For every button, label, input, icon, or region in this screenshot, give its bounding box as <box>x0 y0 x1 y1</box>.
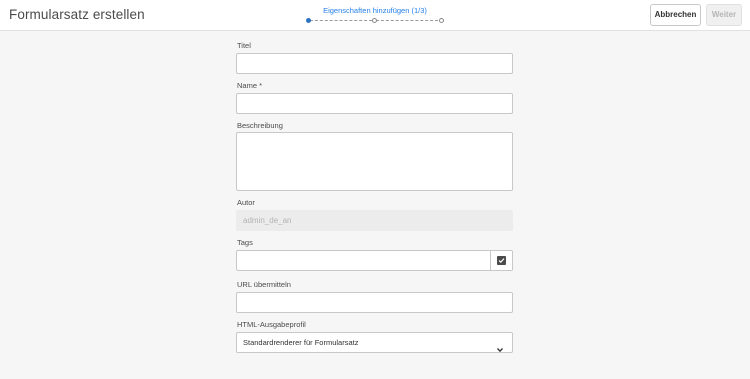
wizard-connector <box>376 19 438 21</box>
name-label: Name * <box>237 81 263 90</box>
cancel-button[interactable]: Abbrechen <box>650 4 701 26</box>
header-bar: Formularsatz erstellen Eigenschaften hin… <box>0 0 750 31</box>
title-label: Titel <box>237 41 251 50</box>
tags-picker-button[interactable] <box>490 251 512 270</box>
check-square-icon <box>497 256 506 265</box>
page-title: Formularsatz erstellen <box>9 7 145 22</box>
chevron-down-icon <box>497 340 503 353</box>
author-input <box>236 210 513 231</box>
html-profile-select[interactable]: Standardrenderer für Formularsatz <box>236 332 513 353</box>
author-label: Autor <box>237 198 255 207</box>
tags-input[interactable] <box>237 251 491 270</box>
tags-field <box>236 250 513 271</box>
wizard-step-label: Eigenschaften hinzufügen (1/3) <box>323 6 427 15</box>
description-label: Beschreibung <box>237 121 283 130</box>
submit-url-label: URL übermitteln <box>237 280 291 289</box>
html-profile-selected-value: Standardrenderer für Formularsatz <box>243 338 359 347</box>
tags-label: Tags <box>237 238 253 247</box>
wizard-step-3-dot <box>439 17 444 23</box>
wizard-step-1-dot <box>306 17 311 23</box>
name-input[interactable] <box>236 93 513 114</box>
wizard-connector <box>310 19 372 21</box>
next-button[interactable]: Weiter <box>706 4 742 26</box>
submit-url-input[interactable] <box>236 292 513 313</box>
description-textarea[interactable] <box>236 132 513 191</box>
title-input[interactable] <box>236 53 513 74</box>
wizard-progress: Eigenschaften hinzufügen (1/3) <box>300 0 450 31</box>
wizard-step-2-dot <box>372 17 377 23</box>
html-profile-label: HTML-Ausgabeprofil <box>237 320 306 329</box>
